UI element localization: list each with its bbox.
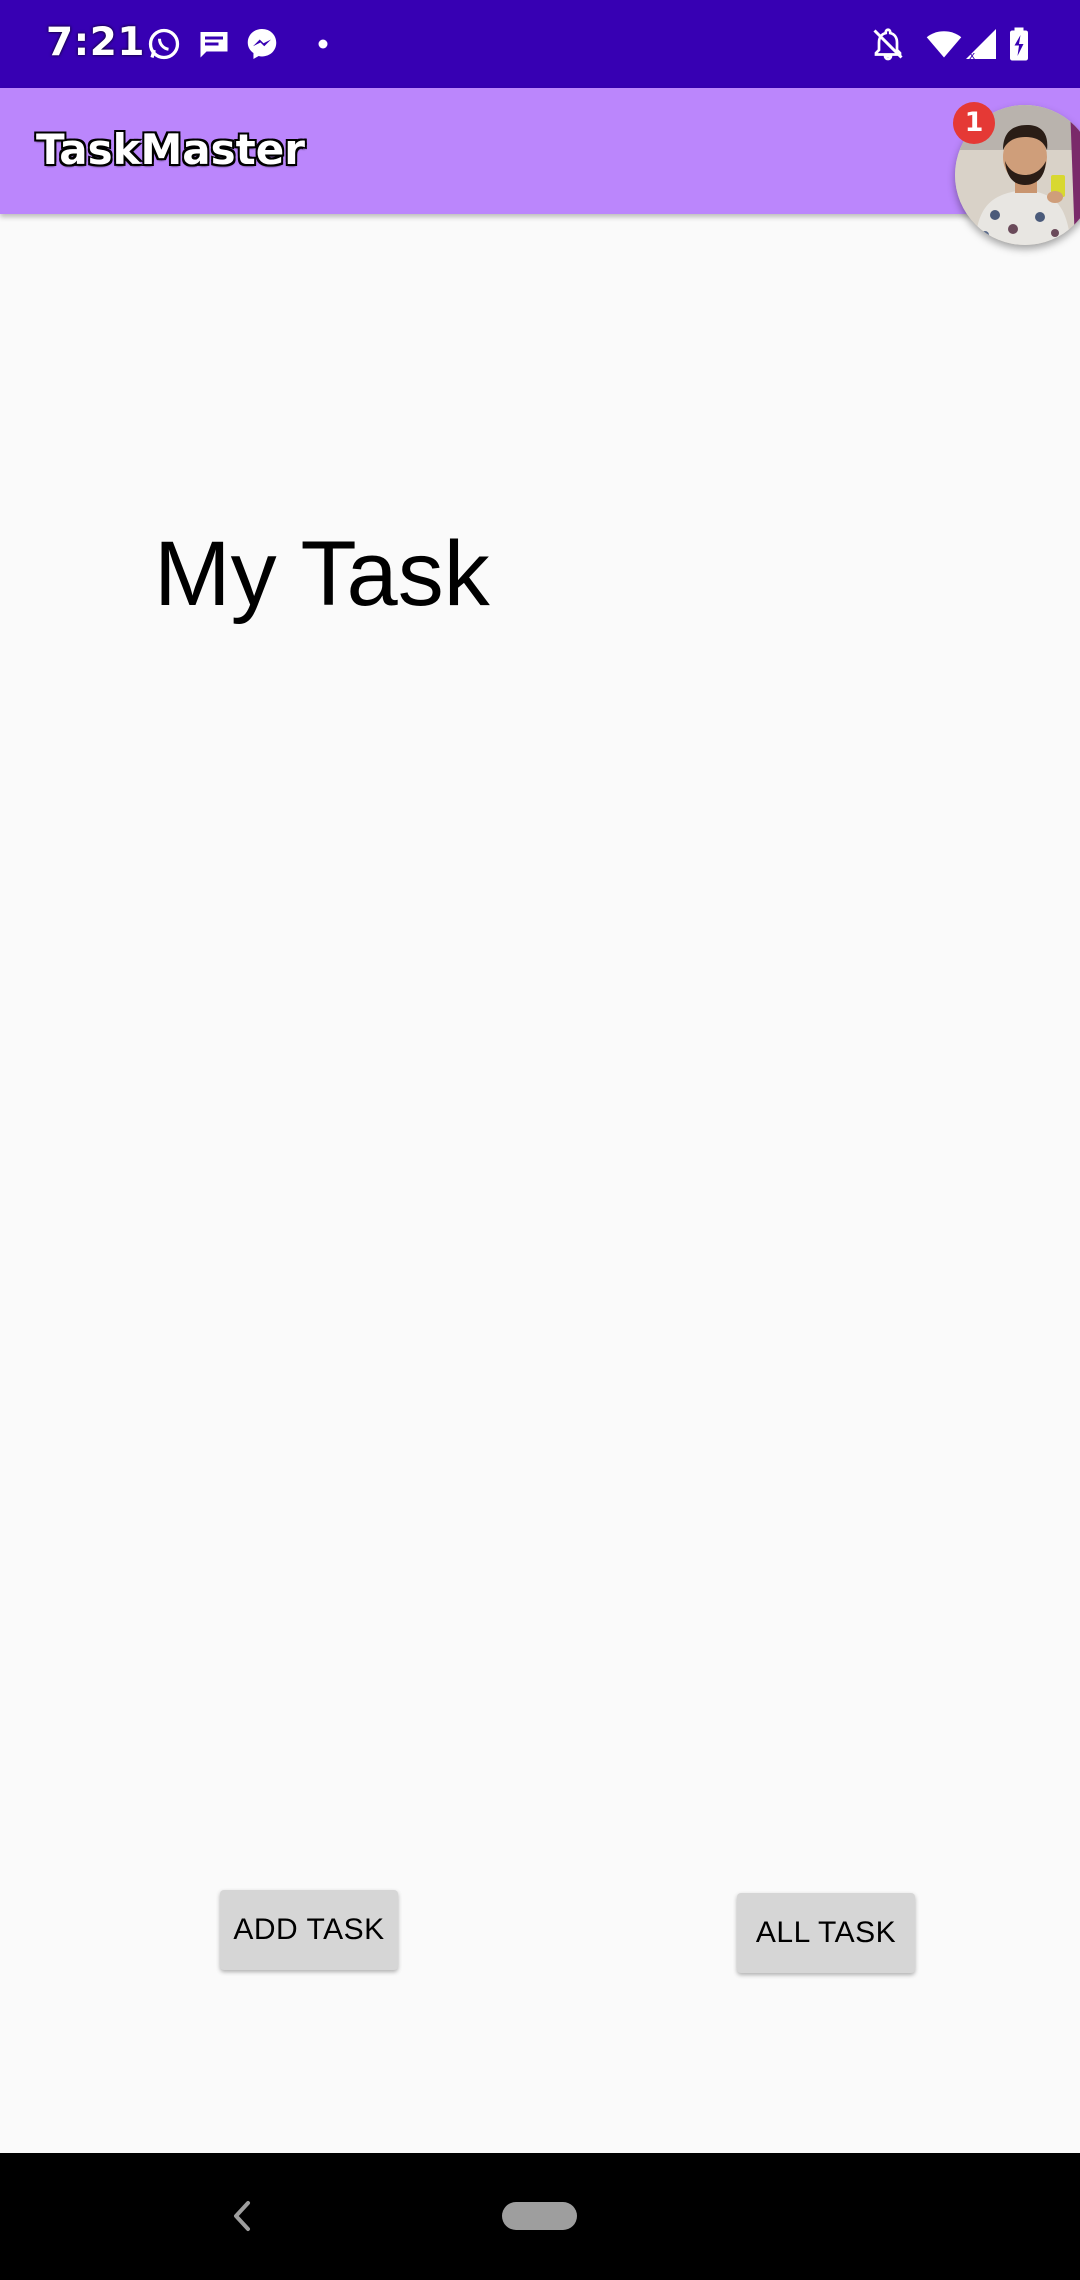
screen: 7:21 x TaskMaster 1 My Task ADD TASK ALL… [0,0,1080,2280]
app-title: TaskMaster [36,125,305,174]
status-bar: 7:21 x [0,0,1080,88]
page-heading: My Task [154,523,490,625]
add-task-button[interactable]: ADD TASK [220,1890,398,1970]
battery-charging-icon [1010,27,1028,61]
back-icon[interactable] [228,2193,254,2239]
signal-icon: x [966,29,996,62]
wifi-icon [926,31,962,58]
status-time: 7:21 [46,20,146,65]
app-bar: TaskMaster [0,88,1080,214]
dot-icon [318,39,328,49]
messenger-icon [247,29,277,59]
whatsapp-icon [148,28,180,60]
notification-badge: 1 [953,102,995,144]
notifications-off-icon [873,28,903,61]
navigation-bar [0,2153,1080,2280]
home-pill-icon[interactable] [502,2202,577,2230]
all-task-button[interactable]: ALL TASK [737,1893,915,1973]
message-icon [200,32,228,58]
svg-text:x: x [969,50,975,62]
